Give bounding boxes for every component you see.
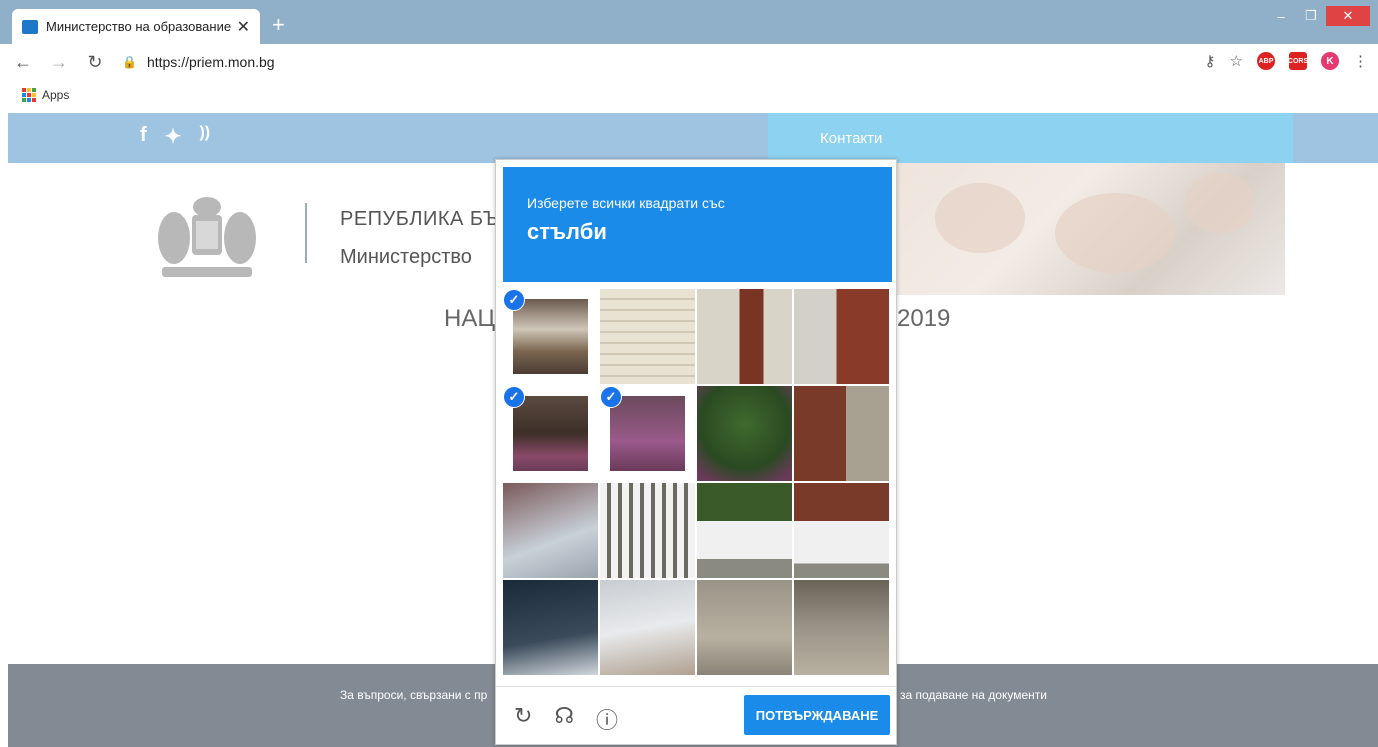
address-bar[interactable]: 🔒 https://priem.mon.bg — [122, 54, 275, 70]
twitter-icon[interactable]: ✦ — [165, 124, 182, 149]
profile-avatar[interactable]: K — [1321, 52, 1339, 70]
apps-icon — [22, 88, 36, 102]
cors-icon[interactable]: CORS — [1288, 52, 1308, 70]
book-icon — [22, 19, 38, 34]
toolbar-actions: ⚷ ☆ ABP CORS K ⋮ — [1205, 52, 1368, 70]
ministry-title: Министерство — [340, 246, 472, 268]
key-icon[interactable]: ⚷ — [1205, 52, 1216, 70]
republic-title: РЕПУБЛИКА БЪ — [340, 208, 500, 230]
footer-text-left: За въпроси, свързани с пр — [340, 688, 488, 702]
site-header — [8, 113, 1378, 163]
captcha-dialog: Изберете всички квадрати със стълби ✓ ✓ … — [495, 159, 897, 745]
hero-image — [895, 163, 1285, 295]
captcha-tile[interactable] — [794, 483, 889, 578]
captcha-tile[interactable] — [697, 580, 792, 675]
back-button[interactable]: ← — [10, 52, 36, 73]
captcha-tile[interactable] — [503, 483, 598, 578]
captcha-tile[interactable] — [794, 289, 889, 384]
captcha-grid: ✓ ✓ ✓ — [503, 289, 892, 678]
captcha-tile[interactable]: ✓ — [503, 386, 598, 481]
header-divider — [305, 203, 307, 263]
window-controls: – ❐ ✕ — [1266, 6, 1370, 26]
facebook-icon[interactable]: f — [140, 124, 147, 149]
close-icon[interactable]: ✕ — [237, 17, 250, 37]
national-heading-right: 2019 — [897, 305, 951, 332]
browser-tab[interactable]: Министерство на образованиет ✕ — [12, 9, 260, 44]
apps-bookmark[interactable]: Apps — [42, 88, 69, 102]
new-tab-button[interactable]: + — [272, 14, 285, 36]
captcha-tile[interactable] — [697, 289, 792, 384]
check-icon: ✓ — [503, 289, 525, 311]
headphones-icon[interactable]: ☊ — [554, 703, 574, 735]
check-icon: ✓ — [600, 386, 622, 408]
captcha-tile[interactable] — [794, 386, 889, 481]
reload-button[interactable]: ↻ — [82, 52, 108, 73]
social-links: f ✦ )) — [140, 124, 210, 149]
lock-icon: 🔒 — [122, 55, 137, 69]
captcha-target-word: стълби — [527, 219, 607, 244]
nav-contacts[interactable]: Контакти — [820, 130, 882, 147]
forward-button[interactable]: → — [46, 52, 72, 73]
minimize-button[interactable]: – — [1266, 6, 1296, 26]
captcha-tile[interactable] — [600, 483, 695, 578]
reload-icon[interactable]: ↻ — [514, 703, 532, 735]
browser-toolbar: ← → ↻ 🔒 https://priem.mon.bg ⚷ ☆ ABP COR… — [0, 44, 1378, 80]
info-icon[interactable]: ⓘ — [596, 703, 618, 735]
captcha-tile[interactable]: ✓ — [503, 289, 598, 384]
captcha-tile[interactable] — [697, 483, 792, 578]
captcha-tile[interactable] — [600, 580, 695, 675]
national-heading-left: НАЦ — [444, 305, 496, 332]
window-close-button[interactable]: ✕ — [1326, 6, 1370, 26]
footer-text-right: за подаване на документи — [900, 688, 1047, 702]
captcha-tile[interactable] — [794, 580, 889, 675]
maximize-button[interactable]: ❐ — [1296, 6, 1326, 26]
captcha-tile[interactable] — [600, 289, 695, 384]
menu-icon[interactable]: ⋮ — [1353, 52, 1368, 70]
bookmarks-bar: Apps — [0, 80, 1378, 110]
adblock-icon[interactable]: ABP — [1257, 52, 1275, 70]
captcha-tile[interactable]: ✓ — [600, 386, 695, 481]
tab-title: Министерство на образованиет — [46, 19, 231, 34]
check-icon: ✓ — [503, 386, 525, 408]
captcha-footer: ↻ ☊ ⓘ ПОТВЪРЖДАВАНЕ — [496, 686, 896, 744]
rss-icon[interactable]: )) — [199, 124, 210, 149]
captcha-tile[interactable] — [697, 386, 792, 481]
verify-button[interactable]: ПОТВЪРЖДАВАНЕ — [744, 695, 890, 735]
captcha-tile[interactable] — [503, 580, 598, 675]
captcha-instruction: Изберете всички квадрати със — [527, 195, 725, 211]
url-text: https://priem.mon.bg — [146, 54, 275, 70]
browser-tabstrip: Министерство на образованиет ✕ + – ❐ ✕ — [0, 0, 1378, 44]
coat-of-arms-logo — [158, 197, 256, 277]
star-icon[interactable]: ☆ — [1230, 52, 1243, 70]
captcha-header: Изберете всички квадрати със стълби — [503, 167, 892, 282]
